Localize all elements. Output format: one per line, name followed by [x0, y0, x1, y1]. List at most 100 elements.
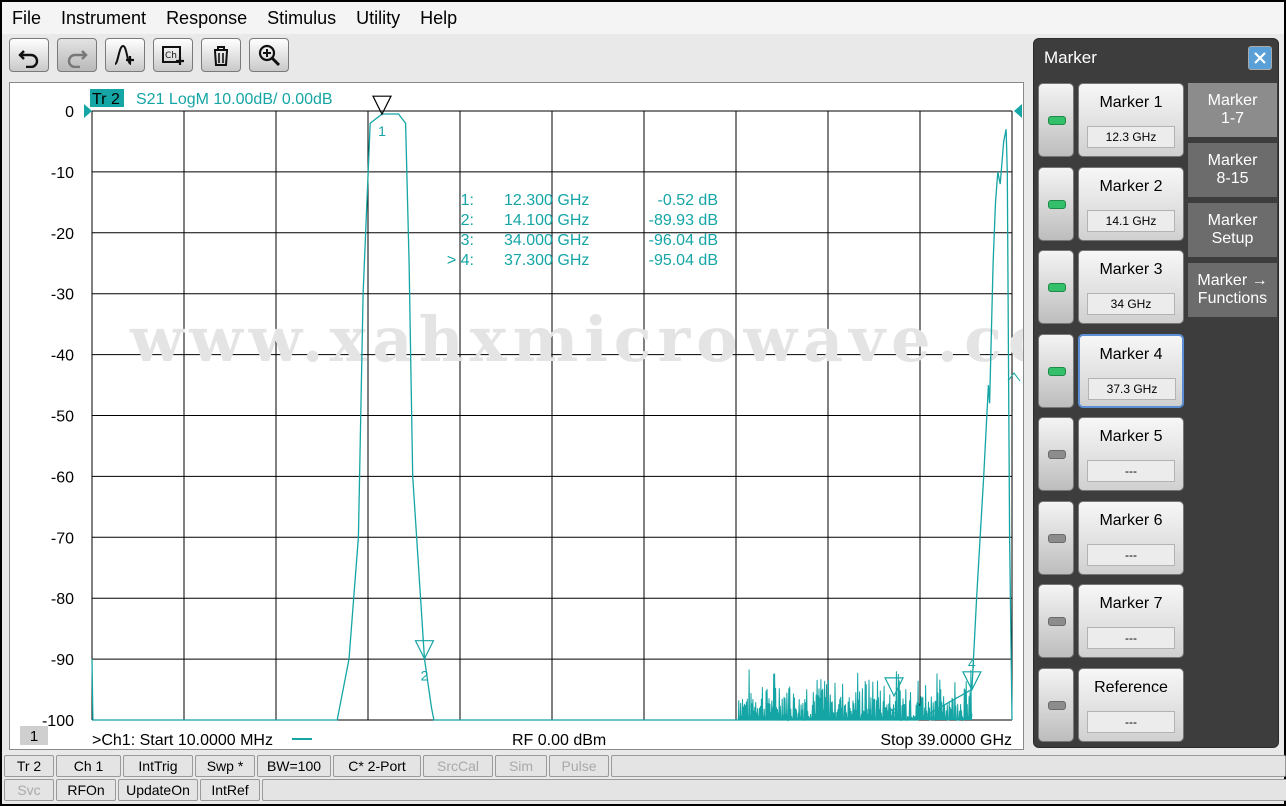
add-channel-button[interactable]: Ch — [153, 38, 193, 72]
reference-level-right-icon[interactable] — [1014, 104, 1022, 118]
marker-row: Marker 3 34 GHz — [1038, 250, 1186, 326]
marker-toggle-button[interactable] — [1038, 250, 1074, 324]
y-tick-label: -90 — [51, 652, 74, 669]
y-tick-label: -50 — [51, 409, 74, 426]
status-c-2-port[interactable]: C* 2-Port — [333, 755, 421, 777]
marker-button-label: Marker 3 — [1099, 261, 1163, 278]
marker-add-icon — [114, 44, 134, 65]
status-sim[interactable]: Sim — [495, 755, 547, 777]
menu-file[interactable]: File — [12, 8, 41, 29]
marker-toggle-button[interactable] — [1038, 417, 1074, 491]
undo-icon — [18, 50, 39, 68]
led-indicator-icon — [1048, 450, 1066, 459]
marker-row: Marker 7 --- — [1038, 584, 1186, 660]
led-indicator-icon — [1048, 700, 1066, 710]
trash-icon — [214, 46, 228, 66]
marker-row: Marker 2 14.1 GHz — [1038, 166, 1186, 243]
menu-help[interactable]: Help — [420, 8, 457, 29]
status-intref[interactable]: IntRef — [200, 779, 260, 801]
redo-icon — [67, 50, 88, 68]
status-inttrig[interactable]: IntTrig — [123, 755, 193, 777]
marker-button-value: 37.3 GHz — [1088, 377, 1176, 400]
marker-panel-tab[interactable]: Marker 1-7 — [1188, 83, 1277, 139]
marker-panel-title: Marker — [1044, 48, 1097, 67]
marker-toggle-button[interactable] — [1038, 166, 1074, 241]
marker-readout-value: -95.04 dB — [649, 252, 718, 269]
marker-button-label: Marker 7 — [1099, 595, 1163, 612]
y-tick-label: -20 — [51, 226, 74, 243]
y-tick-label: -60 — [51, 469, 74, 486]
trace-noise-floor — [737, 669, 973, 722]
sweep-stop-label[interactable]: Stop 39.0000 GHz — [880, 732, 1012, 749]
y-tick-label: 0 — [65, 104, 74, 121]
marker-button-value: --- — [1087, 543, 1175, 566]
marker-select-button[interactable]: Marker 7 --- — [1078, 584, 1184, 658]
marker-toggle-button[interactable] — [1038, 83, 1074, 157]
close-button[interactable] — [1248, 46, 1272, 70]
marker-readout-row: 2: 14.100 GHz -89.93 dB — [461, 212, 718, 229]
toolbar: Ch — [9, 38, 289, 74]
trace-label: Tr 2 — [92, 91, 120, 108]
menu-instrument[interactable]: Instrument — [61, 8, 146, 29]
sweep-start-label[interactable]: >Ch1: Start 10.0000 MHz — [92, 732, 273, 749]
zoom-button[interactable] — [249, 38, 289, 72]
status-bw-100[interactable]: BW=100 — [257, 755, 331, 777]
marker-button-value: --- — [1087, 460, 1175, 482]
status-ch-1[interactable]: Ch 1 — [56, 755, 121, 777]
menu-stimulus[interactable]: Stimulus — [267, 8, 336, 29]
status-svc[interactable]: Svc — [4, 779, 54, 801]
add-marker-button[interactable] — [105, 38, 145, 72]
marker-select-button[interactable]: Marker 4 37.3 GHz — [1078, 333, 1184, 408]
marker-readout-num: 2: — [461, 212, 474, 229]
undo-button[interactable] — [9, 38, 49, 72]
marker-toggle-button[interactable] — [1038, 500, 1074, 575]
redo-button[interactable] — [57, 38, 97, 72]
status-updateon[interactable]: UpdateOn — [118, 779, 198, 801]
menu-utility[interactable]: Utility — [356, 8, 400, 29]
marker-readout-row: > 4: 37.300 GHz -95.04 dB — [447, 252, 718, 269]
led-indicator-icon — [1048, 366, 1066, 376]
marker-select-button[interactable]: Marker 5 --- — [1078, 417, 1184, 491]
status-rfon[interactable]: RFOn — [56, 779, 116, 801]
marker-toggle-button[interactable] — [1038, 584, 1074, 658]
led-indicator-icon — [1048, 199, 1066, 209]
status-swp[interactable]: Swp * — [195, 755, 255, 777]
marker-toggle-button[interactable] — [1038, 667, 1074, 742]
marker-1-symbol[interactable]: 1 — [372, 95, 392, 139]
marker-button-label: Reference — [1094, 678, 1168, 696]
status-tr-2[interactable]: Tr 2 — [4, 755, 54, 777]
marker-readout-value: -0.52 dB — [658, 192, 718, 209]
marker-select-button[interactable]: Marker 3 34 GHz — [1078, 250, 1184, 324]
y-tick-label: -40 — [51, 348, 74, 365]
marker-row: Marker 4 37.3 GHz — [1038, 333, 1186, 410]
tab-label: Marker → Functions — [1197, 272, 1268, 307]
svg-text:Ch: Ch — [165, 51, 177, 61]
marker-toggle-button[interactable] — [1038, 333, 1074, 408]
led-indicator-icon — [1048, 533, 1066, 543]
source-power-label[interactable]: RF 0.00 dBm — [512, 732, 606, 749]
marker-select-button[interactable]: Marker 2 14.1 GHz — [1078, 166, 1184, 241]
marker-readout-freq: 34.000 GHz — [504, 232, 589, 249]
watermark-text: www.xahxmicrowave.com — [129, 303, 1023, 376]
marker-readout-freq: 37.300 GHz — [504, 252, 589, 269]
status-bar-row-2: Svc RFOn UpdateOn IntRef — [4, 779, 1286, 802]
marker-panel-tab[interactable]: Marker → Functions — [1188, 263, 1277, 319]
marker-readout-value: -96.04 dB — [649, 232, 718, 249]
zoom-in-icon — [258, 44, 281, 67]
status-pulse[interactable]: Pulse — [549, 755, 609, 777]
marker-panel-tab[interactable]: Marker 8-15 — [1188, 143, 1277, 199]
marker-row: Marker 5 --- — [1038, 417, 1186, 493]
marker-panel-tab[interactable]: Marker Setup — [1188, 203, 1277, 259]
delete-button[interactable] — [201, 38, 241, 72]
menu-response[interactable]: Response — [166, 8, 247, 29]
marker-button-value: 34 GHz — [1087, 293, 1175, 315]
status-bar-row-1: Tr 2 Ch 1 IntTrig Swp * BW=100 C* 2-Port SrcCa… — [4, 755, 1286, 778]
marker-select-button[interactable]: Reference --- — [1078, 667, 1184, 742]
marker-row: Marker 1 12.3 GHz — [1038, 83, 1186, 159]
tab-label: Marker Setup — [1207, 212, 1258, 247]
marker-select-button[interactable]: Marker 1 12.3 GHz — [1078, 83, 1184, 157]
plot-canvas: www.xahxmicrowave.com 0 -10 -20 -30 -40 -50 -60… — [20, 89, 1023, 749]
marker-readout-freq: 14.100 GHz — [504, 212, 589, 229]
status-srccal[interactable]: SrcCal — [423, 755, 493, 777]
marker-select-button[interactable]: Marker 6 --- — [1078, 500, 1184, 575]
